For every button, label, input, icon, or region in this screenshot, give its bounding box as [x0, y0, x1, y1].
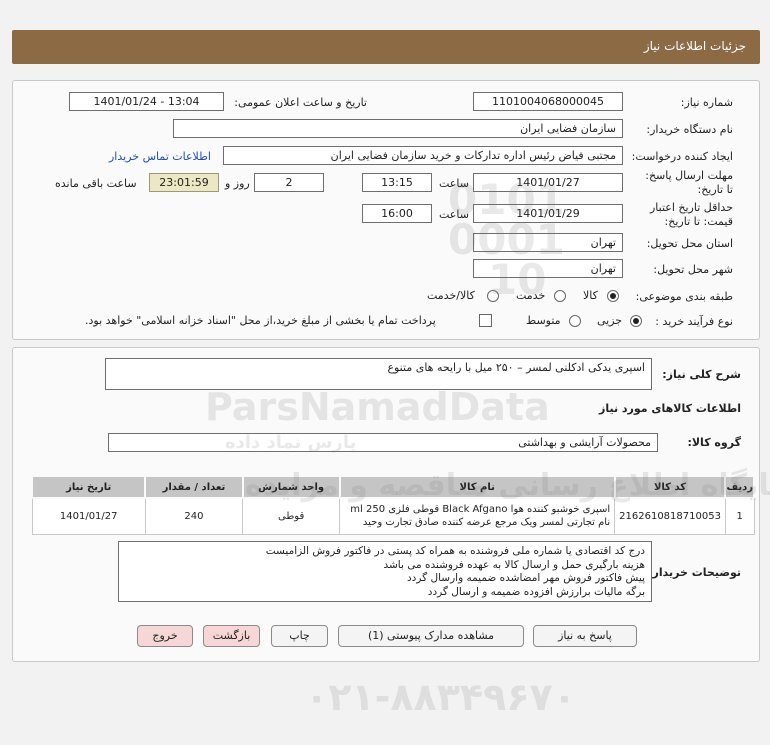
- validity-date-field: 1401/01/29: [473, 204, 623, 223]
- col-unit-header: واحد شمارش: [241, 475, 341, 499]
- reply-time-field: 13:15: [362, 173, 432, 192]
- goods-table-header: ردیف کد کالا نام کالا واحد شمارش تعداد /…: [30, 475, 755, 499]
- need-number-field: 1101004068000045: [473, 92, 623, 111]
- validity-time-field: 16:00: [362, 204, 432, 223]
- reply-button[interactable]: پاسخ به نیاز: [533, 625, 637, 647]
- days-label: روز و: [225, 177, 250, 190]
- page-header: جزئیات اطلاعات نیاز: [12, 30, 760, 64]
- remaining-time-label: ساعت باقی مانده: [55, 177, 137, 190]
- treasury-payment-note: پرداخت تمام یا بخشی از مبلغ خرید،از محل …: [85, 314, 436, 327]
- city-label: شهر محل تحویل:: [653, 263, 733, 276]
- page-title: جزئیات اطلاعات نیاز: [643, 39, 746, 53]
- category-label: طبقه بندی موضوعی:: [635, 290, 733, 303]
- remaining-time-field: 23:01:59: [149, 173, 219, 192]
- col-qty-header: تعداد / مقدار: [144, 475, 244, 499]
- creator-field: مجتبی فیاض رئیس اداره تدارکات و خرید ساز…: [223, 146, 623, 165]
- process-medium-label: متوسط: [526, 314, 561, 327]
- category-both-label: کالا/خدمت: [427, 289, 475, 302]
- need-details-panel: شماره نیاز: 1101004068000045 تاریخ و ساع…: [12, 80, 760, 340]
- process-minor-radio[interactable]: [630, 315, 642, 327]
- goods-group-label: گروه کالا:: [687, 436, 741, 449]
- category-goods-label: کالا: [583, 289, 598, 302]
- print-button[interactable]: چاپ: [271, 625, 328, 647]
- col-name-header: نام کالا: [338, 475, 616, 499]
- process-medium-radio[interactable]: [569, 315, 581, 327]
- province-field: تهران: [473, 233, 623, 252]
- cell-qty: 240: [144, 497, 244, 535]
- goods-group-field: محصولات آرایشی و بهداشتی: [108, 433, 658, 452]
- buyer-note-line: درج کد اقتصادی یا شماره ملی فروشنده به ه…: [265, 545, 645, 557]
- col-row-header: ردیف: [724, 475, 755, 499]
- buyer-note-line: هزینه بارگیری حمل و ارسال کالا به عهده ف…: [383, 558, 645, 571]
- announce-date-label: تاریخ و ساعت اعلان عمومی:: [234, 96, 367, 109]
- reply-date-field: 1401/01/27: [473, 173, 623, 192]
- buyer-notes-label: توضیحات خریدار:: [648, 566, 741, 579]
- city-field: تهران: [473, 259, 623, 278]
- table-row: 1 2162610818710053 اسپری خوشبو کننده هوا…: [31, 497, 755, 535]
- summary-field: اسپری یدکی ادکلنی لمسر – ۲۵۰ میل با رایح…: [105, 358, 652, 390]
- creator-label: ایجاد کننده درخواست:: [631, 150, 733, 163]
- cell-name: اسپری خوشبو کننده هوا Black Afgano قوطی …: [339, 497, 616, 535]
- process-label: نوع فرآیند خرید :: [655, 315, 733, 328]
- col-code-header: کد کالا: [613, 475, 727, 499]
- goods-info-title: اطلاعات کالاهای مورد نیاز: [599, 402, 741, 415]
- days-field: 2: [254, 173, 324, 192]
- buyer-contact-link[interactable]: اطلاعات تماس خریدار: [109, 150, 211, 163]
- cell-name-line1: اسپری خوشبو کننده هوا Black Afgano قوطی …: [350, 504, 611, 516]
- province-label: استان محل تحویل:: [646, 237, 733, 250]
- category-goods-radio[interactable]: [607, 290, 619, 302]
- cell-date: 1401/01/27: [31, 497, 146, 535]
- price-validity-label: حداقل تاریخ اعتبار قیمت: تا تاریخ:: [649, 201, 733, 228]
- buyer-note-line: پیش فاکتور فروش مهر امضاشده ضمیمه وارسال…: [406, 572, 645, 584]
- summary-label: شرح کلی نیاز:: [662, 368, 741, 381]
- validity-time-label: ساعت: [439, 208, 469, 221]
- buyer-notes-box: درج کد اقتصادی یا شماره ملی فروشنده به ه…: [118, 541, 652, 602]
- category-both-radio[interactable]: [487, 290, 499, 302]
- cell-name-line2: نام تجارتی لمسر ویک مرجع عرضه کننده صادق…: [362, 517, 611, 529]
- treasury-payment-checkbox[interactable]: [479, 314, 492, 327]
- cell-row: 1: [724, 497, 755, 535]
- category-service-radio[interactable]: [554, 290, 566, 302]
- back-button[interactable]: بازگشت: [203, 625, 260, 647]
- buyer-org-label: نام دستگاه خریدار:: [646, 123, 733, 136]
- buyer-note-line: برگه مالیات برارزش افزوده ضمیمه و ارسال …: [427, 585, 645, 598]
- category-service-label: خدمت: [516, 289, 546, 302]
- cell-code: 2162610818710053: [614, 497, 726, 535]
- attachments-button[interactable]: مشاهده مدارک پیوستی (1): [338, 625, 524, 647]
- goods-table: ردیف کد کالا نام کالا واحد شمارش تعداد /…: [30, 475, 755, 535]
- reply-deadline-label: مهلت ارسال پاسخ: تا تاریخ:: [645, 169, 733, 196]
- cell-unit: قوطی: [241, 497, 341, 535]
- col-date-header: تاریخ نیاز: [30, 475, 147, 499]
- goods-panel: شرح کلی نیاز: اسپری یدکی ادکلنی لمسر – ۲…: [12, 347, 760, 662]
- buyer-org-field: سازمان فضایی ایران: [173, 119, 623, 138]
- need-number-label: شماره نیاز:: [680, 96, 733, 109]
- watermark-phone: ۰۲۱-۸۸۳۴۹۶۷۰: [305, 675, 576, 719]
- exit-button[interactable]: خروج: [137, 625, 193, 647]
- announce-date-field: 1401/01/24 - 13:04: [69, 92, 224, 111]
- process-minor-label: جزیی: [597, 314, 623, 327]
- reply-time-label: ساعت: [439, 177, 469, 190]
